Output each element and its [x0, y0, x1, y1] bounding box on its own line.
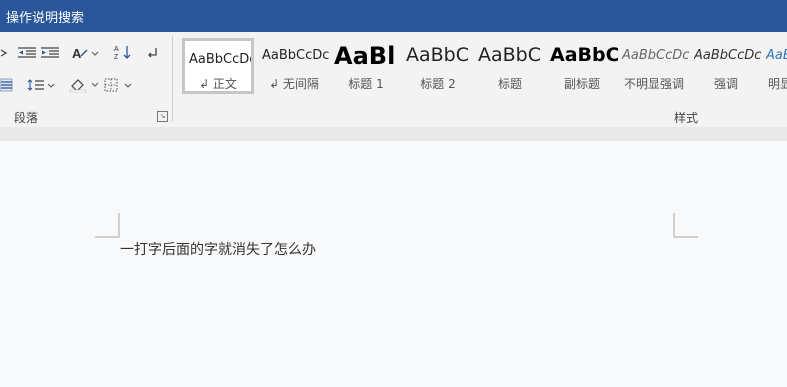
sort-icon[interactable]: AZ	[113, 41, 133, 63]
style-label: ↲ 无间隔	[269, 77, 319, 91]
style-preview: AaBbC	[406, 44, 470, 66]
style-title[interactable]: AaBbC 标题	[474, 38, 546, 94]
style-preview: AaBbCcDc	[189, 52, 251, 67]
title-bar: 操作说明搜索	[0, 0, 787, 32]
style-label: 强调	[713, 77, 738, 91]
styles-group: AaBbCcDc ↲ 正文 AaBbCcDc ↲ 无间隔 AaBl 标题 1 A…	[176, 32, 787, 127]
style-label: ↲ 正文	[199, 77, 237, 91]
increase-indent-icon[interactable]	[40, 42, 60, 64]
style-no-spacing[interactable]: AaBbCcDc ↲ 无间隔	[258, 38, 330, 94]
justify-icon[interactable]	[0, 74, 14, 96]
document-canvas[interactable]: 一打字后面的字就消失了怎么办	[0, 141, 787, 387]
style-preview: AaBb	[766, 48, 787, 63]
style-subtitle[interactable]: AaBbC 副标题	[546, 38, 618, 94]
style-heading-1[interactable]: AaBl 标题 1	[330, 38, 402, 94]
paragraph-group: A AZ 段落 ↘	[0, 32, 172, 127]
style-preview: AaBl	[334, 42, 396, 70]
dialog-launcher-icon[interactable]: ↘	[157, 111, 168, 122]
crop-mark-top-left	[95, 213, 120, 238]
style-normal[interactable]: AaBbCcDc ↲ 正文	[182, 38, 254, 94]
style-preview: AaBbC	[478, 44, 542, 66]
style-intense-emphasis[interactable]: AaBb 明显	[762, 38, 787, 94]
style-heading-2[interactable]: AaBbC 标题 2	[402, 38, 474, 94]
style-subtle-emphasis[interactable]: AaBbCcDc 不明显强调	[618, 38, 690, 94]
group-divider	[172, 36, 173, 122]
style-preview: AaBbCcDc	[622, 48, 690, 63]
indent-arrow-icon[interactable]	[0, 42, 8, 64]
styles-group-label: 样式	[674, 111, 699, 125]
style-emphasis[interactable]: AaBbCcDc 强调	[690, 38, 762, 94]
style-label: 标题	[497, 77, 522, 91]
style-preview: AaBbCcDc	[262, 48, 330, 63]
shading-icon[interactable]	[69, 74, 99, 96]
borders-icon[interactable]	[104, 74, 132, 96]
line-spacing-icon[interactable]	[27, 74, 55, 96]
paragraph-group-label: 段落	[14, 111, 39, 125]
svg-text:Z: Z	[114, 54, 119, 60]
ribbon: A AZ 段落 ↘ AaBbCcDc ↲ 正文 AaBbCcDc ↲ 无间隔 A…	[0, 32, 787, 128]
text-direction-icon[interactable]: A	[71, 42, 99, 64]
search-box[interactable]: 操作说明搜索	[6, 7, 84, 26]
style-preview: AaBbC	[550, 44, 618, 66]
style-label: 不明显强调	[623, 77, 684, 91]
ruler-strip	[0, 127, 787, 141]
decrease-indent-icon[interactable]	[17, 42, 37, 64]
svg-text:A: A	[72, 46, 82, 60]
style-label: 副标题	[563, 77, 600, 91]
svg-text:A: A	[114, 46, 119, 53]
style-preview: AaBbCcDc	[694, 48, 762, 63]
crop-mark-top-right	[673, 213, 698, 238]
style-label: 标题 1	[348, 77, 384, 91]
document-text[interactable]: 一打字后面的字就消失了怎么办	[120, 239, 316, 259]
style-label: 标题 2	[420, 77, 456, 91]
style-label: 明显	[768, 77, 787, 91]
show-marks-icon[interactable]	[146, 42, 160, 64]
